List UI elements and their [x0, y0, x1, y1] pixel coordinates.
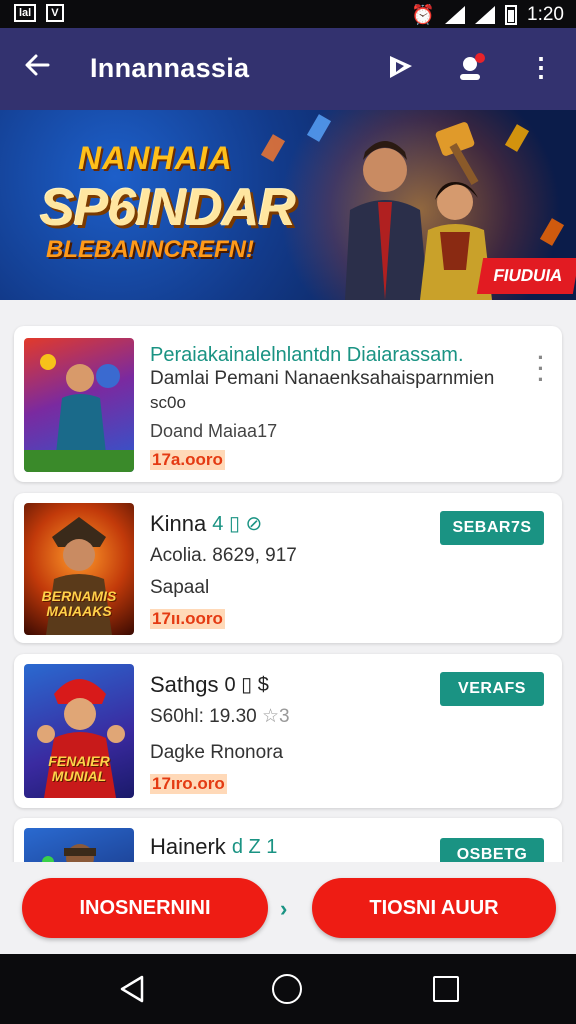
- banner-line-1: NANHAIA: [78, 140, 233, 176]
- thumbnail-caption: FENAIER MUNIAL: [48, 753, 110, 784]
- primary-right-button[interactable]: TIOSNI AUUR: [312, 878, 556, 938]
- action-button[interactable]: VERAFS: [440, 672, 544, 706]
- notification-user-icon[interactable]: [456, 52, 488, 84]
- item-price: 17ıro.oro: [150, 774, 227, 794]
- feature-icons: 0 ▯ $: [224, 674, 269, 696]
- item-detail: Doand Maiaa17: [150, 421, 278, 441]
- battery-icon: [505, 5, 518, 25]
- check-icon: V: [46, 4, 64, 22]
- item-meta: Acolia. 8629, 917: [150, 545, 297, 566]
- nav-back-icon[interactable]: [118, 974, 146, 1009]
- action-button[interactable]: SEBAR7S: [440, 511, 544, 545]
- item-detail: Dagke Rnonora: [150, 742, 284, 763]
- back-arrow-icon[interactable]: [22, 50, 52, 89]
- game-thumbnail: BERNAMIS MAIAAKS: [24, 503, 134, 635]
- nav-recents-icon[interactable]: [433, 976, 459, 1002]
- status-time: 1:20: [527, 4, 564, 25]
- list-item[interactable]: Peraiakainalelnlantdn Diaiarassam. Damla…: [14, 326, 562, 482]
- item-price: 17a.ooro: [150, 450, 225, 470]
- alarm-icon: ⏰: [411, 5, 436, 26]
- hammer-icon: [435, 122, 479, 186]
- item-title: Kinna: [150, 511, 207, 536]
- app-title: Innannassia: [90, 53, 250, 83]
- item-title: Hainerk: [150, 834, 226, 859]
- promo-banner[interactable]: NANHAIA SP6INDAR BLEBANNCREFN! FIUDUIA: [0, 110, 576, 300]
- item-subtitle: Damlai Pemani Nanaenksahaisparnmien: [150, 368, 495, 389]
- item-meta: sc0o: [150, 393, 186, 412]
- banner-line-3: BLEBANNCREFN!: [46, 236, 254, 263]
- flag-icon[interactable]: [386, 52, 418, 84]
- more-vert-icon[interactable]: ⋮: [528, 52, 554, 84]
- feature-icons: 4 ▯ ⊘: [212, 513, 263, 535]
- system-nav-bar: [0, 954, 576, 1024]
- chevron-right-icon: ›: [280, 896, 288, 921]
- app-bar: Innannassia ⋮: [0, 28, 576, 110]
- banner-badge: FIUDUIA: [476, 258, 576, 294]
- item-price: 17ıı.ooro: [150, 609, 225, 629]
- item-meta: S60hl: 19.30: [150, 706, 257, 727]
- primary-left-button[interactable]: INOSNERNINI: [22, 878, 268, 938]
- list-item[interactable]: BERNAMIS MAIAAKS Kinna 4 ▯ ⊘ Acolia. 8629…: [14, 493, 562, 643]
- signal-icon-2: [475, 6, 496, 24]
- nav-home-icon[interactable]: [272, 974, 302, 1004]
- item-title: Peraiakainalelnlantdn Diaiarassam.: [150, 344, 464, 366]
- feature-icons: d Z 1: [231, 836, 278, 858]
- more-vert-icon[interactable]: · · ·: [536, 347, 546, 391]
- item-detail: Sapaal: [150, 577, 210, 598]
- thumbnail-caption: BERNAMIS MAIAAKS: [41, 588, 117, 619]
- banner-headline: SP6INDAR: [40, 179, 296, 237]
- rating-text: ☆3: [261, 706, 290, 727]
- status-bar: lal V ⏰ 1:20: [0, 0, 576, 28]
- game-thumbnail: FENAIER MUNIAL: [24, 664, 134, 798]
- signal-icon: [445, 6, 466, 24]
- notification-icon: lal: [14, 4, 37, 22]
- list-item[interactable]: FENAIER MUNIAL Sathgs 0 ▯ $ S60hl: 19.30 …: [14, 654, 562, 808]
- game-thumbnail: [24, 338, 134, 472]
- item-title: Sathgs: [150, 672, 219, 697]
